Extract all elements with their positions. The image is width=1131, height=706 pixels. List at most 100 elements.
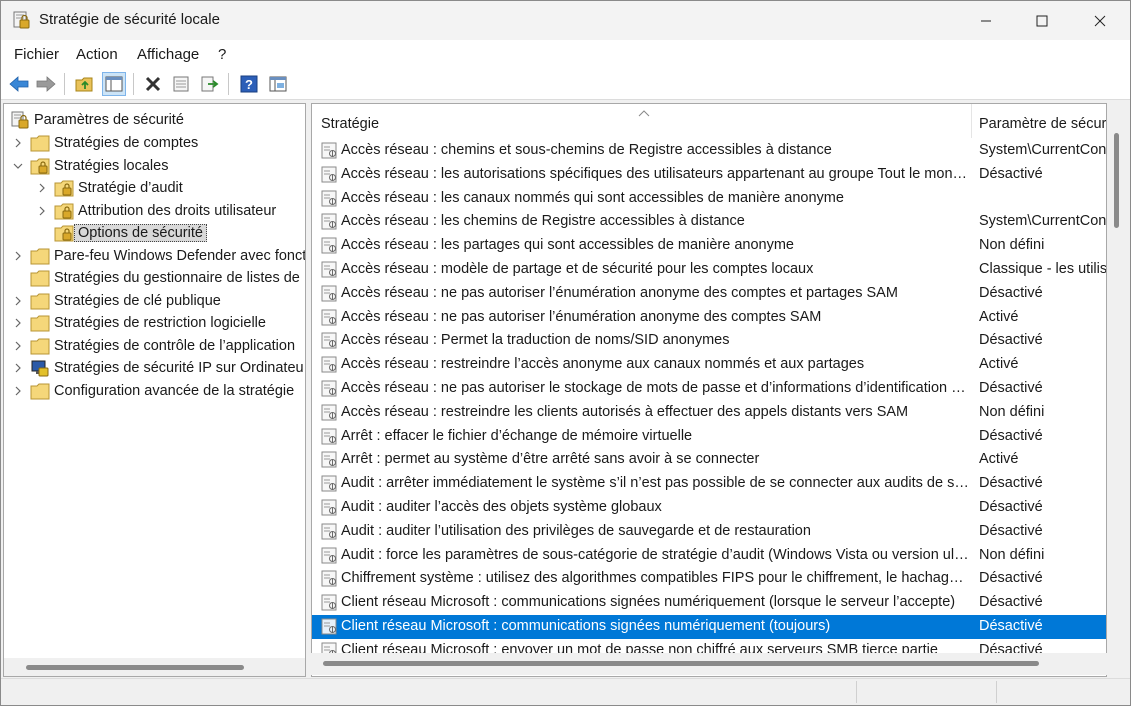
tree-item[interactable]: Stratégies de restriction logicielle bbox=[12, 312, 266, 334]
tree-item[interactable]: Stratégies de comptes bbox=[12, 132, 198, 154]
policy-row[interactable]: Accès réseau : les autorisations spécifi… bbox=[312, 163, 1106, 187]
policy-row[interactable]: Accès réseau : modèle de partage et de s… bbox=[312, 258, 1106, 282]
policy-row[interactable]: Accès réseau : restreindre l’accès anony… bbox=[312, 353, 1106, 377]
policy-row[interactable]: Accès réseau : les chemins de Registre a… bbox=[312, 210, 1106, 234]
policy-name: Audit : auditer l’utilisation des privil… bbox=[341, 522, 811, 539]
tree-item[interactable]: Pare-feu Windows Defender avec fonct bbox=[12, 245, 305, 267]
forward-button[interactable] bbox=[34, 72, 58, 96]
column-header-setting[interactable]: Paramètre de sécurité bbox=[979, 116, 1106, 132]
window-title: Stratégie de sécurité locale bbox=[39, 11, 220, 28]
policy-row[interactable]: Accès réseau : restreindre les clients a… bbox=[312, 401, 1106, 425]
scrollbar-thumb[interactable] bbox=[1114, 133, 1119, 228]
tree-item-label: Stratégies du gestionnaire de listes de bbox=[54, 270, 300, 286]
back-button[interactable] bbox=[7, 72, 31, 96]
console-button[interactable] bbox=[266, 72, 290, 96]
scrollbar-thumb[interactable] bbox=[26, 665, 244, 670]
tree-item[interactable]: Options de sécurité bbox=[36, 222, 207, 244]
list-vertical-scrollbar[interactable] bbox=[1107, 103, 1125, 659]
chevron-down-icon[interactable] bbox=[12, 160, 24, 172]
column-divider[interactable] bbox=[971, 104, 972, 138]
policy-row[interactable]: Audit : force les paramètres de sous-cat… bbox=[312, 544, 1106, 568]
policy-name: Accès réseau : les autorisations spécifi… bbox=[341, 165, 968, 182]
chevron-right-icon[interactable] bbox=[12, 137, 24, 149]
tree-item-label: Stratégie d’audit bbox=[78, 180, 183, 196]
policy-name: Audit : arrêter immédiatement le système… bbox=[341, 475, 970, 492]
policy-row[interactable]: Audit : arrêter immédiatement le système… bbox=[312, 472, 1106, 496]
chevron-right-icon[interactable] bbox=[12, 340, 24, 352]
close-button[interactable] bbox=[1077, 1, 1123, 40]
chevron-right-icon[interactable] bbox=[36, 182, 48, 194]
up-one-level-button[interactable] bbox=[73, 72, 97, 96]
tree-horizontal-scrollbar[interactable] bbox=[4, 658, 305, 676]
properties-icon bbox=[173, 76, 189, 92]
policy-row[interactable]: Accès réseau : ne pas autoriser l’énumér… bbox=[312, 282, 1106, 306]
policy-name: Accès réseau : les partages qui sont acc… bbox=[341, 237, 794, 254]
export-list-button[interactable] bbox=[198, 72, 222, 96]
show-hide-tree-button[interactable] bbox=[102, 72, 126, 96]
maximize-button[interactable] bbox=[1019, 1, 1065, 40]
help-button[interactable]: ? bbox=[237, 72, 261, 96]
column-header-policy[interactable]: Stratégie bbox=[321, 116, 379, 132]
title-bar[interactable]: Stratégie de sécurité locale bbox=[1, 1, 1130, 40]
policy-row[interactable]: Accès réseau : ne pas autoriser l’énumér… bbox=[312, 306, 1106, 330]
security-policy-app-icon bbox=[11, 10, 31, 30]
policy-setting: Non défini bbox=[979, 546, 1045, 563]
tree-item[interactable]: Stratégies du gestionnaire de listes de bbox=[12, 267, 300, 289]
delete-button[interactable] bbox=[141, 72, 165, 96]
tree-item[interactable]: Stratégie d’audit bbox=[36, 177, 183, 199]
policy-icon bbox=[321, 618, 338, 635]
policy-row[interactable]: Accès réseau : les canaux nommés qui son… bbox=[312, 187, 1106, 211]
menu-fichier[interactable]: Fichier bbox=[14, 46, 59, 63]
minimize-button[interactable] bbox=[963, 1, 1009, 40]
tree-pane[interactable]: Paramètres de sécurité Stratégies de com… bbox=[3, 103, 306, 677]
tree-item[interactable]: Configuration avancée de la stratégie bbox=[12, 380, 294, 402]
tree-item[interactable]: Attribution des droits utilisateur bbox=[36, 200, 276, 222]
list-horizontal-scrollbar[interactable] bbox=[311, 653, 1107, 675]
policy-row[interactable]: Client réseau Microsoft : communications… bbox=[312, 615, 1106, 639]
scrollbar-thumb[interactable] bbox=[323, 661, 1039, 666]
toolbar: ? bbox=[1, 69, 1130, 100]
tree-item[interactable]: Stratégies de sécurité IP sur Ordinateu bbox=[12, 357, 304, 379]
tree-item[interactable]: Stratégies de clé publique bbox=[12, 290, 221, 312]
maximize-icon bbox=[1036, 15, 1048, 26]
policy-name: Accès réseau : Permet la traduction de n… bbox=[341, 332, 730, 349]
folder-icon bbox=[30, 382, 50, 400]
policy-icon bbox=[321, 380, 338, 397]
policy-row[interactable]: Arrêt : effacer le fichier d’échange de … bbox=[312, 425, 1106, 449]
policy-setting: Désactivé bbox=[979, 284, 1043, 301]
policy-row[interactable]: Accès réseau : ne pas autoriser le stock… bbox=[312, 377, 1106, 401]
menu-affichage[interactable]: Affichage bbox=[137, 46, 199, 63]
policy-setting: Activé bbox=[979, 356, 1019, 373]
chevron-right-icon[interactable] bbox=[12, 317, 24, 329]
tree-item-label: Configuration avancée de la stratégie bbox=[54, 382, 295, 399]
properties-button[interactable] bbox=[169, 72, 193, 96]
policy-setting: Désactivé bbox=[979, 380, 1043, 396]
policy-icon bbox=[321, 332, 338, 349]
tree-item-label: Stratégies locales bbox=[54, 157, 169, 174]
policy-row[interactable]: Arrêt : permet au système d’être arrêté … bbox=[312, 448, 1106, 472]
tree-item[interactable]: Stratégies de contrôle de l’application bbox=[12, 335, 295, 357]
chevron-right-icon[interactable] bbox=[12, 362, 24, 374]
policy-row[interactable]: Audit : auditer l’accès des objets systè… bbox=[312, 496, 1106, 520]
policy-icon bbox=[321, 213, 338, 230]
forward-arrow-icon bbox=[36, 76, 56, 92]
policy-name: Client réseau Microsoft : communications… bbox=[341, 618, 831, 634]
delete-icon bbox=[145, 76, 161, 92]
tree-root[interactable]: Paramètres de sécurité bbox=[10, 109, 184, 131]
chevron-right-icon[interactable] bbox=[12, 295, 24, 307]
menu-help[interactable]: ? bbox=[218, 46, 226, 63]
menu-action[interactable]: Action bbox=[76, 46, 118, 63]
tree-item[interactable]: Stratégies locales bbox=[12, 155, 168, 177]
policy-row[interactable]: Chiffrement système : utilisez des algor… bbox=[312, 567, 1106, 591]
policy-row[interactable]: Accès réseau : Permet la traduction de n… bbox=[312, 329, 1106, 353]
policy-row[interactable]: Audit : auditer l’utilisation des privil… bbox=[312, 520, 1106, 544]
policy-row[interactable]: Client réseau Microsoft : communications… bbox=[312, 591, 1106, 615]
policy-setting: Désactivé bbox=[979, 427, 1043, 444]
sort-ascending-icon bbox=[638, 105, 650, 121]
policy-row[interactable]: Accès réseau : chemins et sous-chemins d… bbox=[312, 139, 1106, 163]
chevron-right-icon[interactable] bbox=[12, 385, 24, 397]
chevron-right-icon[interactable] bbox=[12, 250, 24, 262]
policy-setting: Activé bbox=[979, 308, 1019, 325]
policy-row[interactable]: Accès réseau : les partages qui sont acc… bbox=[312, 234, 1106, 258]
chevron-right-icon[interactable] bbox=[36, 205, 48, 217]
